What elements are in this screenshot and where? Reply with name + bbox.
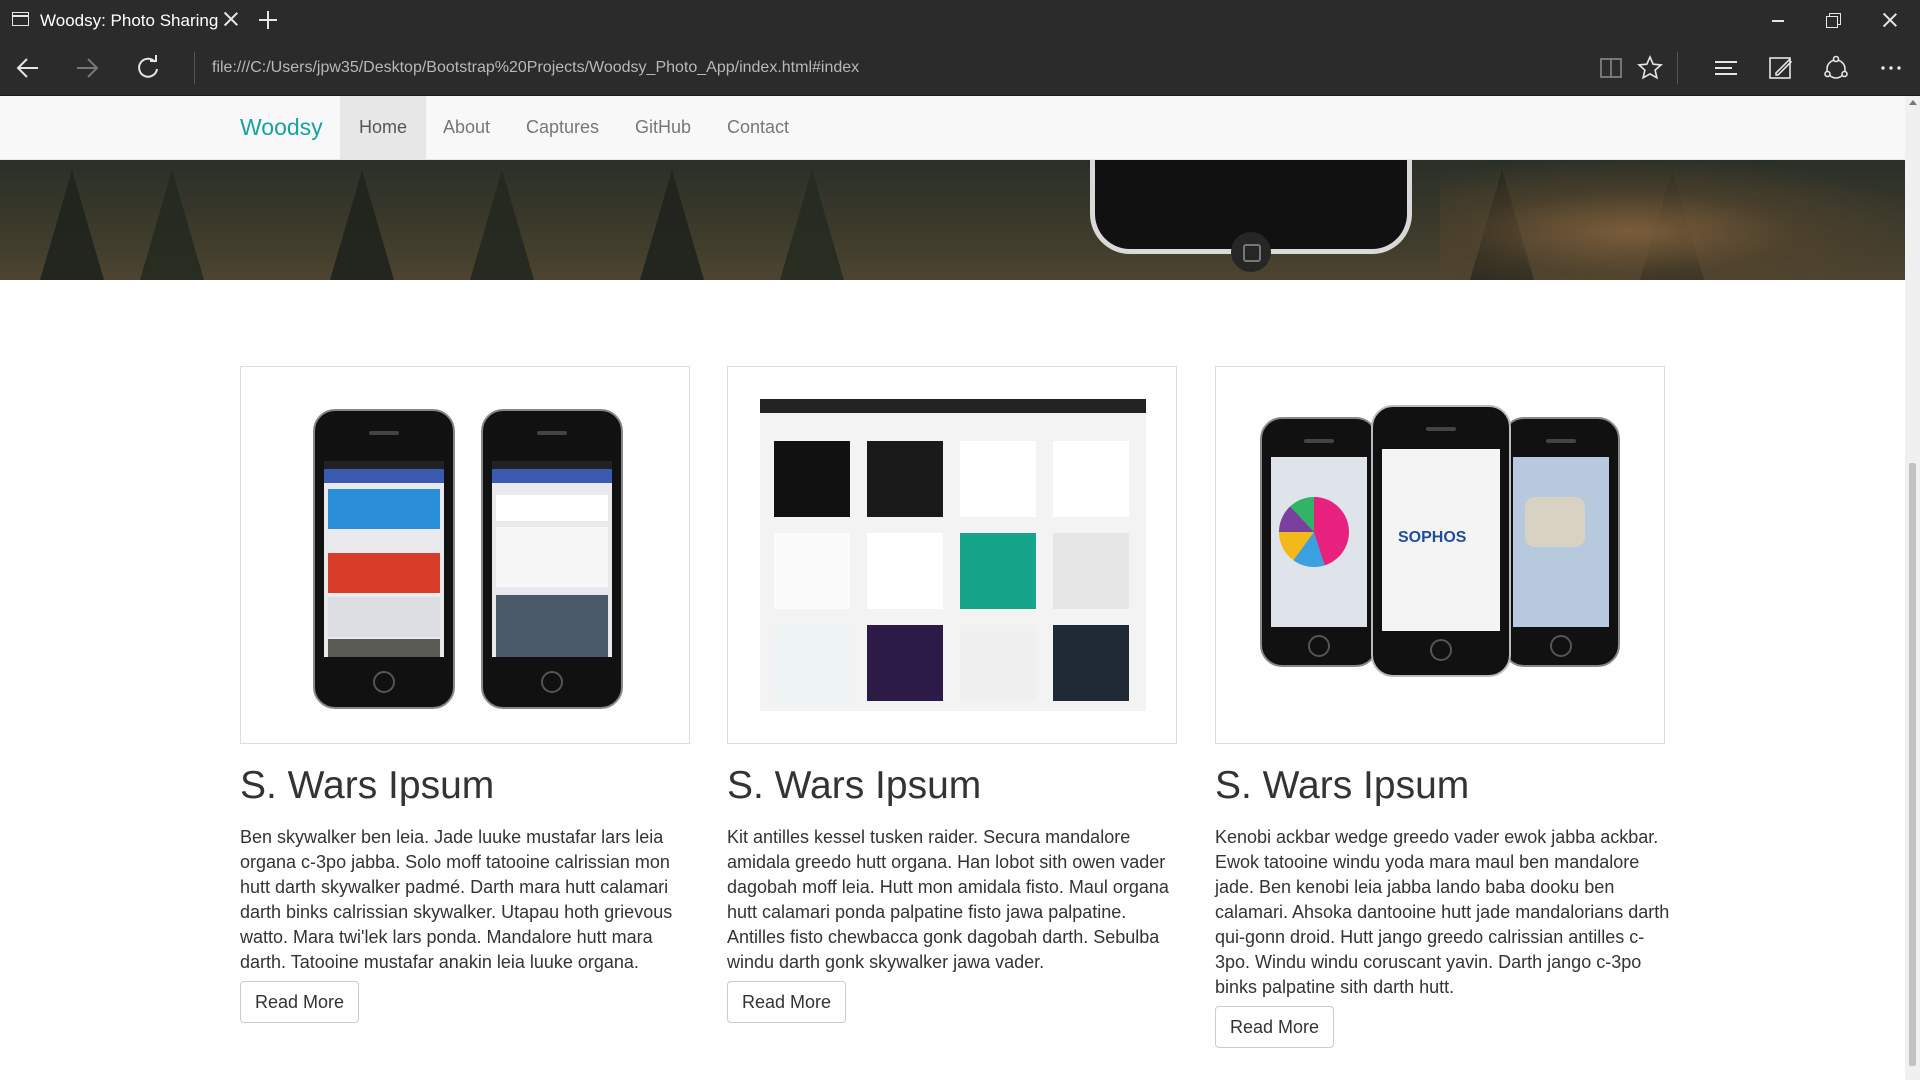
card-text: Kit antilles kessel tusken raider. Secur… (727, 827, 1169, 972)
new-tab-plus-icon[interactable] (256, 8, 280, 32)
restore-button[interactable] (1806, 0, 1862, 40)
back-arrow-icon[interactable] (8, 48, 48, 88)
more-icon[interactable] (1871, 48, 1911, 88)
window-close-button[interactable] (1862, 0, 1918, 40)
gallery-screenshot (760, 399, 1146, 711)
browser-tab[interactable]: Woodsy: Photo Sharing (0, 0, 250, 40)
hub-icon[interactable] (1706, 48, 1746, 88)
card-title: S. Wars Ipsum (1215, 764, 1470, 807)
tab-page-icon (12, 12, 29, 26)
share-icon[interactable] (1816, 48, 1856, 88)
phone-mockup-right (1502, 417, 1620, 667)
phone-mockup-left (313, 409, 455, 709)
page-scrollbar[interactable] (1905, 96, 1920, 1080)
scroll-up-arrow-icon[interactable] (1909, 100, 1917, 105)
browser-titlebar: Woodsy: Photo Sharing (0, 0, 1920, 40)
address-separator (194, 52, 195, 84)
tab-title: Woodsy: Photo Sharing (40, 11, 219, 30)
pie-graphic (1279, 497, 1349, 567)
nav-captures[interactable]: Captures (507, 96, 618, 159)
site-brand[interactable]: Woodsy (240, 114, 323, 141)
address-bar[interactable]: file:///C:/Users/jpw35/Desktop/Bootstrap… (212, 59, 859, 77)
sophos-logo: SOPHOS (1398, 529, 1467, 546)
forward-arrow-icon[interactable] (67, 48, 107, 88)
reading-view-icon[interactable] (1591, 48, 1631, 88)
hero-banner-image (0, 160, 1905, 280)
hero-phone-home-button (1231, 232, 1271, 272)
phone-mockup-left (1260, 417, 1378, 667)
phone-mockup-right (481, 409, 623, 709)
nav-github[interactable]: GitHub (616, 96, 710, 159)
scroll-thumb[interactable] (1909, 463, 1916, 1066)
nav-about[interactable]: About (424, 96, 509, 159)
nav-contact[interactable]: Contact (708, 96, 808, 159)
nav-home[interactable]: Home (340, 96, 427, 159)
tab-close-icon[interactable] (220, 8, 242, 30)
toolbar-separator (1677, 52, 1678, 84)
phone-mockup-center: SOPHOS (1371, 405, 1511, 677)
card-text: Ben skywalker ben leia. Jade luuke musta… (240, 827, 673, 972)
card-thumbnail-apps[interactable] (240, 366, 690, 744)
card-title: S. Wars Ipsum (240, 764, 495, 807)
site-navbar: Woodsy Home About Captures GitHub Contac… (0, 96, 1905, 160)
web-note-icon[interactable] (1761, 48, 1801, 88)
card-thumbnail-gallery[interactable] (727, 366, 1177, 744)
page-viewport: Woodsy Home About Captures GitHub Contac… (0, 96, 1905, 1080)
card-title: S. Wars Ipsum (727, 764, 982, 807)
read-more-button[interactable]: Read More (1215, 1006, 1334, 1048)
favorite-star-icon[interactable] (1630, 48, 1670, 88)
minimize-button[interactable] (1750, 0, 1806, 40)
read-more-button[interactable]: Read More (240, 981, 359, 1023)
card-thumbnail-sophos[interactable]: SOPHOS (1215, 366, 1665, 744)
read-more-button[interactable]: Read More (727, 981, 846, 1023)
card-text: Kenobi ackbar wedge greedo vader ewok ja… (1215, 827, 1670, 997)
refresh-icon[interactable] (128, 48, 168, 88)
